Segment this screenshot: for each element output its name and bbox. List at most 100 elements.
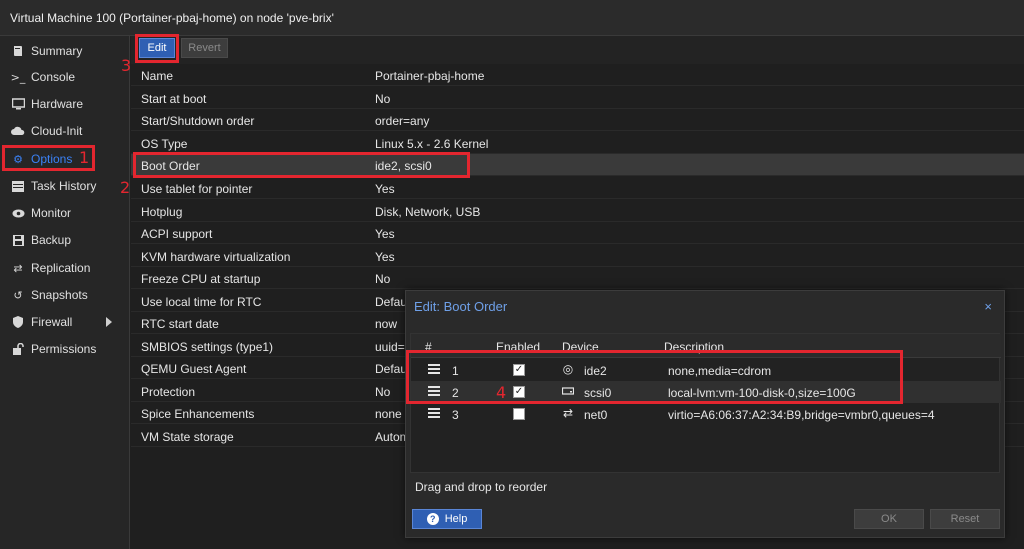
row-number: 3 [452, 408, 459, 422]
option-value: No [375, 92, 391, 106]
history-icon: ↺ [13, 288, 23, 302]
callout-boot-order [133, 152, 470, 178]
option-row[interactable]: Freeze CPU at startup No [131, 267, 1024, 289]
sidebar-item-backup[interactable]: Backup [0, 227, 128, 253]
sidebar: Summary >_ Console Hardware Cloud-Init ⚙… [0, 36, 130, 549]
option-row[interactable]: ACPI support Yes [131, 222, 1024, 244]
option-value: none [375, 407, 402, 421]
option-value: Disk, Network, USB [375, 205, 481, 219]
option-key: VM State storage [141, 430, 234, 444]
sidebar-item-label: Hardware [31, 97, 84, 111]
option-row[interactable]: KVM hardware virtualization Yes [131, 245, 1024, 267]
callout-edit [135, 34, 179, 63]
sidebar-item-summary[interactable]: Summary [0, 38, 128, 64]
table-row[interactable]: 3 ⇄ net0 virtio=A6:06:37:A2:34:B9,bridge… [411, 403, 1001, 425]
exchange-icon: ⇄ [562, 406, 574, 420]
option-key: RTC start date [141, 317, 219, 331]
sidebar-item-monitor[interactable]: Monitor [0, 200, 128, 226]
sidebar-item-label: Monitor [31, 206, 72, 220]
option-key: Name [141, 69, 174, 83]
option-value: Defau [375, 295, 408, 309]
option-key: OS Type [141, 137, 188, 151]
option-row[interactable]: Hotplug Disk, Network, USB [131, 200, 1024, 222]
drag-hint: Drag and drop to reorder [415, 480, 548, 494]
option-row[interactable]: OS Type Linux 5.x - 2.6 Kernel [131, 132, 1024, 154]
callout-number-2: 2 [120, 178, 131, 197]
revert-button[interactable]: Revert [181, 38, 228, 58]
option-value: Yes [375, 182, 395, 196]
callout-boot-devices [406, 350, 903, 404]
window-title: Virtual Machine 100 (Portainer-pbaj-home… [10, 11, 334, 25]
sidebar-item-label: Firewall [31, 315, 73, 329]
callout-number-3: 3 [121, 56, 132, 75]
help-button[interactable]: ? Help [412, 509, 482, 529]
option-key: QEMU Guest Agent [141, 362, 247, 376]
sidebar-item-label: Permissions [31, 342, 97, 356]
option-value: No [375, 385, 391, 399]
window-titlebar: Virtual Machine 100 (Portainer-pbaj-home… [0, 0, 1024, 36]
option-value: Portainer-pbaj-home [375, 69, 485, 83]
option-key: SMBIOS settings (type1) [141, 340, 274, 354]
option-value: Yes [375, 250, 395, 264]
option-key: ACPI support [141, 227, 213, 241]
monitor-icon [10, 96, 26, 112]
option-row[interactable]: Name Portainer-pbaj-home [131, 64, 1024, 86]
boot-order-dialog: Edit: Boot Order × # Enabled Device Desc… [405, 290, 1005, 538]
retweet-icon: ⇄ [13, 261, 23, 275]
option-row[interactable]: Start at boot No [131, 87, 1024, 109]
expand-arrow-icon[interactable] [106, 317, 112, 327]
sidebar-item-label: Replication [31, 261, 91, 275]
option-key: Start at boot [141, 92, 207, 106]
close-icon[interactable]: × [984, 299, 992, 314]
option-value: order=any [375, 114, 430, 128]
option-key: Spice Enhancements [141, 407, 255, 421]
option-key: Freeze CPU at startup [141, 272, 261, 286]
terminal-icon: >_ [10, 70, 26, 84]
option-row[interactable]: Use tablet for pointer Yes [131, 177, 1024, 199]
enabled-checkbox[interactable] [513, 408, 525, 420]
drag-handle-icon[interactable] [428, 408, 440, 418]
sidebar-item-label: Backup [31, 233, 72, 247]
question-icon: ? [426, 513, 439, 525]
shield-icon [10, 314, 26, 330]
option-key: Start/Shutdown order [141, 114, 255, 128]
option-row[interactable]: Start/Shutdown order order=any [131, 109, 1024, 131]
list-icon [10, 178, 26, 194]
device-description: virtio=A6:06:37:A2:34:B9,bridge=vmbr0,qu… [668, 408, 935, 422]
option-key: KVM hardware virtualization [141, 250, 291, 264]
sidebar-item-label: Summary [31, 44, 83, 58]
dialog-title: Edit: Boot Order [414, 299, 508, 314]
device-name: net0 [584, 408, 608, 422]
sidebar-item-replication[interactable]: ⇄ Replication [0, 255, 128, 281]
sidebar-item-label: Console [31, 70, 76, 84]
reset-button[interactable]: Reset [930, 509, 1000, 529]
unlock-icon [10, 341, 26, 357]
floppy-icon [10, 232, 26, 248]
option-key: Use local time for RTC [141, 295, 262, 309]
option-key: Protection [141, 385, 196, 399]
sidebar-item-label: Task History [31, 179, 97, 193]
help-label: Help [444, 513, 468, 525]
sidebar-item-firewall[interactable]: Firewall [0, 309, 128, 335]
sidebar-item-label: Snapshots [31, 288, 88, 302]
toolbar [131, 36, 1024, 64]
option-key: Hotplug [141, 205, 183, 219]
option-value: now [375, 317, 398, 331]
sidebar-item-task-history[interactable]: Task History [0, 173, 128, 199]
sidebar-item-cloud-init[interactable]: Cloud-Init [0, 118, 128, 144]
option-key: Use tablet for pointer [141, 182, 253, 196]
sidebar-item-console[interactable]: >_ Console [0, 64, 128, 90]
sidebar-item-snapshots[interactable]: ↺ Snapshots [0, 282, 128, 308]
sidebar-item-label: Cloud-Init [31, 124, 83, 138]
option-value: Defau [375, 362, 408, 376]
option-value: uuid= [375, 340, 405, 354]
callout-number-4: 4 [496, 383, 507, 402]
ok-button[interactable]: OK [854, 509, 924, 529]
option-value: No [375, 272, 391, 286]
eye-icon [10, 205, 26, 221]
sidebar-item-permissions[interactable]: Permissions [0, 336, 128, 362]
sidebar-item-hardware[interactable]: Hardware [0, 91, 128, 117]
option-value: Yes [375, 227, 395, 241]
cloud-icon [10, 123, 26, 139]
callout-number-1: 1 [79, 148, 90, 167]
